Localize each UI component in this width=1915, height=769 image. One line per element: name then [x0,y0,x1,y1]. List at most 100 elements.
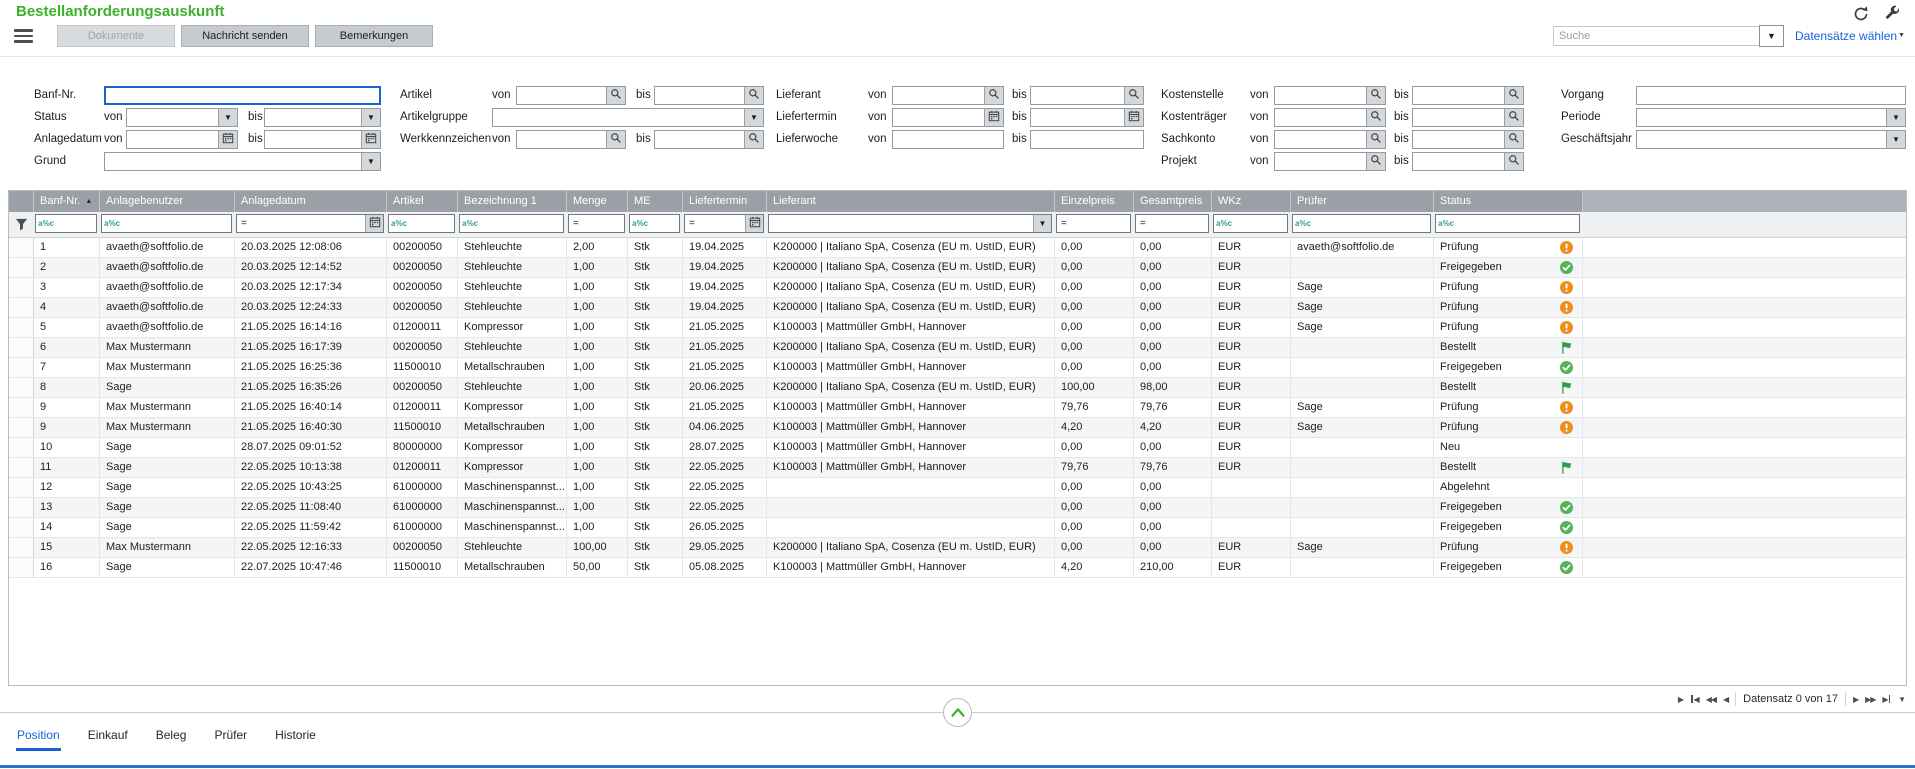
table-row[interactable]: 3avaeth@softfolio.de20.03.2025 12:17:340… [9,278,1906,298]
column-header-liefertermin[interactable]: Liefertermin [683,191,767,212]
tab-einkauf[interactable]: Einkauf [87,726,129,751]
column-header-anlagedatum[interactable]: Anlagedatum [235,191,387,212]
filter-lieferant-bis-input[interactable] [1031,87,1124,104]
filter-kostentraeger-von-lookup-button[interactable] [1366,109,1385,126]
filter-status-bis-input[interactable] [265,109,361,126]
grid-filter-liefertermin-calendar-button[interactable] [745,215,763,232]
grid-filter-funnel-icon[interactable] [9,212,33,237]
filter-liefertermin-von-input[interactable] [893,109,984,126]
tab-historie[interactable]: Historie [274,726,317,751]
filter-projekt-bis-lookup-button[interactable] [1504,153,1523,170]
collapse-panel-button[interactable] [943,698,972,727]
table-row[interactable]: 9Max Mustermann21.05.2025 16:40:14012000… [9,398,1906,418]
filter-artikel-von-lookup-button[interactable] [606,87,625,104]
filter-geschaeftsjahr-dropdown-button[interactable]: ▼ [1886,131,1905,148]
filter-werkkennzeichen-bis-input[interactable] [655,131,744,148]
table-row[interactable]: 9Max Mustermann21.05.2025 16:40:30115000… [9,418,1906,438]
table-row[interactable]: 15Max Mustermann22.05.2025 12:16:3300200… [9,538,1906,558]
grid-filter-lieferant-input[interactable] [769,215,1033,232]
column-header-artikel[interactable]: Artikel [387,191,458,212]
filter-kostentraeger-von-input[interactable] [1275,109,1366,126]
filter-periode-input[interactable] [1637,109,1886,126]
grid-filter-pruefer-input[interactable] [1313,215,1430,232]
column-header-anlagebenutzer[interactable]: Anlagebenutzer [100,191,235,212]
row-selector-cell[interactable] [9,538,34,557]
row-selector-cell[interactable] [9,518,34,537]
column-header-lieferant[interactable]: Lieferant [767,191,1055,212]
filter-lieferant-von-lookup-button[interactable] [984,87,1003,104]
filter-lieferant-von-input[interactable] [893,87,984,104]
column-header-gesamtpreis[interactable]: Gesamtpreis [1134,191,1212,212]
pagination-goto-button[interactable]: ▶ [1678,695,1683,704]
grid-filter-menge-input[interactable] [583,215,624,232]
table-row[interactable]: 2avaeth@softfolio.de20.03.2025 12:14:520… [9,258,1906,278]
filter-geschaeftsjahr-input[interactable] [1637,131,1886,148]
table-row[interactable]: 16Sage22.07.2025 10:47:4611500010Metalls… [9,558,1906,578]
table-row[interactable]: 14Sage22.05.2025 11:59:4261000000Maschin… [9,518,1906,538]
filter-liefertermin-von-calendar-button[interactable] [984,109,1003,126]
filter-sachkonto-von-input[interactable] [1275,131,1366,148]
table-row[interactable]: 4avaeth@softfolio.de20.03.2025 12:24:330… [9,298,1906,318]
row-selector-cell[interactable] [9,498,34,517]
filter-artikel-bis-input[interactable] [655,87,744,104]
column-header-wkz[interactable]: WKz [1212,191,1291,212]
filter-artikel-bis-lookup-button[interactable] [744,87,763,104]
pagination-prev-page-button[interactable]: ◀◀ [1706,695,1716,704]
tab-beleg[interactable]: Beleg [155,726,188,751]
row-selector-cell[interactable] [9,338,34,357]
row-selector-cell[interactable] [9,298,34,317]
filter-liefertermin-bis-calendar-button[interactable] [1124,109,1143,126]
row-selector-cell[interactable] [9,558,34,577]
table-row[interactable]: 5avaeth@softfolio.de21.05.2025 16:14:160… [9,318,1906,338]
column-header-me[interactable]: ME [628,191,683,212]
select-all-header-cell[interactable] [9,191,34,212]
nachricht-senden-button[interactable]: Nachricht senden [181,25,309,47]
pagination-first-button[interactable]: ◀ [1690,695,1699,704]
column-header-banf-nr[interactable]: Banf-Nr.▲ [34,191,100,212]
menu-icon[interactable] [14,29,33,43]
table-row[interactable]: 11Sage22.05.2025 10:13:3801200011Kompres… [9,458,1906,478]
filter-lieferwoche-von-input[interactable] [893,131,1003,148]
grid-filter-lieferant-dropdown-button[interactable]: ▼ [1033,215,1051,232]
filter-anlagedatum-von-calendar-button[interactable] [218,131,237,148]
dokumente-button[interactable]: Dokumente [57,25,175,47]
column-header-status[interactable]: Status [1434,191,1583,212]
row-selector-cell[interactable] [9,378,34,397]
grid-filter-bezeichnung-1-input[interactable] [480,215,563,232]
grid-filter-gesamtpreis-input[interactable] [1150,215,1208,232]
row-selector-cell[interactable] [9,238,34,257]
row-selector-cell[interactable] [9,358,34,377]
filter-projekt-von-input[interactable] [1275,153,1366,170]
grid-filter-artikel-input[interactable] [409,215,454,232]
grid-filter-anlagedatum-calendar-button[interactable] [365,215,383,232]
grid-filter-wkz-input[interactable] [1234,215,1287,232]
filter-werkkennzeichen-bis-lookup-button[interactable] [744,131,763,148]
filter-banf-input[interactable] [106,88,379,103]
filter-periode-dropdown-button[interactable]: ▼ [1886,109,1905,126]
datensaetze-caret-icon[interactable]: ▼ [1898,32,1905,39]
row-selector-cell[interactable] [9,398,34,417]
filter-kostenstelle-von-lookup-button[interactable] [1366,87,1385,104]
column-header-pruefer[interactable]: Prüfer [1291,191,1434,212]
row-selector-cell[interactable] [9,258,34,277]
filter-kostentraeger-bis-lookup-button[interactable] [1504,109,1523,126]
grid-filter-anlagedatum-input[interactable] [251,215,365,232]
grid-filter-banf-nr-input[interactable] [56,215,96,232]
grid-filter-me-input[interactable] [650,215,679,232]
filter-sachkonto-bis-input[interactable] [1413,131,1504,148]
filter-vorgang-input[interactable] [1637,87,1905,104]
tab-position[interactable]: Position [16,726,61,751]
filter-lieferant-bis-lookup-button[interactable] [1124,87,1143,104]
row-selector-cell[interactable] [9,318,34,337]
pagination-dropdown-button[interactable]: ▼ [1898,695,1905,704]
filter-anlagedatum-bis-calendar-button[interactable] [361,131,380,148]
table-row[interactable]: 6Max Mustermann21.05.2025 16:17:39002000… [9,338,1906,358]
grid-filter-anlagebenutzer-input[interactable] [122,215,231,232]
filter-status-von-input[interactable] [127,109,218,126]
table-row[interactable]: 10Sage28.07.2025 09:01:5280000000Kompres… [9,438,1906,458]
row-selector-cell[interactable] [9,458,34,477]
pagination-next-page-button[interactable]: ▶▶ [1865,695,1875,704]
filter-kostenstelle-bis-lookup-button[interactable] [1504,87,1523,104]
grid-filter-einzelpreis-input[interactable] [1071,215,1130,232]
filter-artikel-von-input[interactable] [517,87,606,104]
